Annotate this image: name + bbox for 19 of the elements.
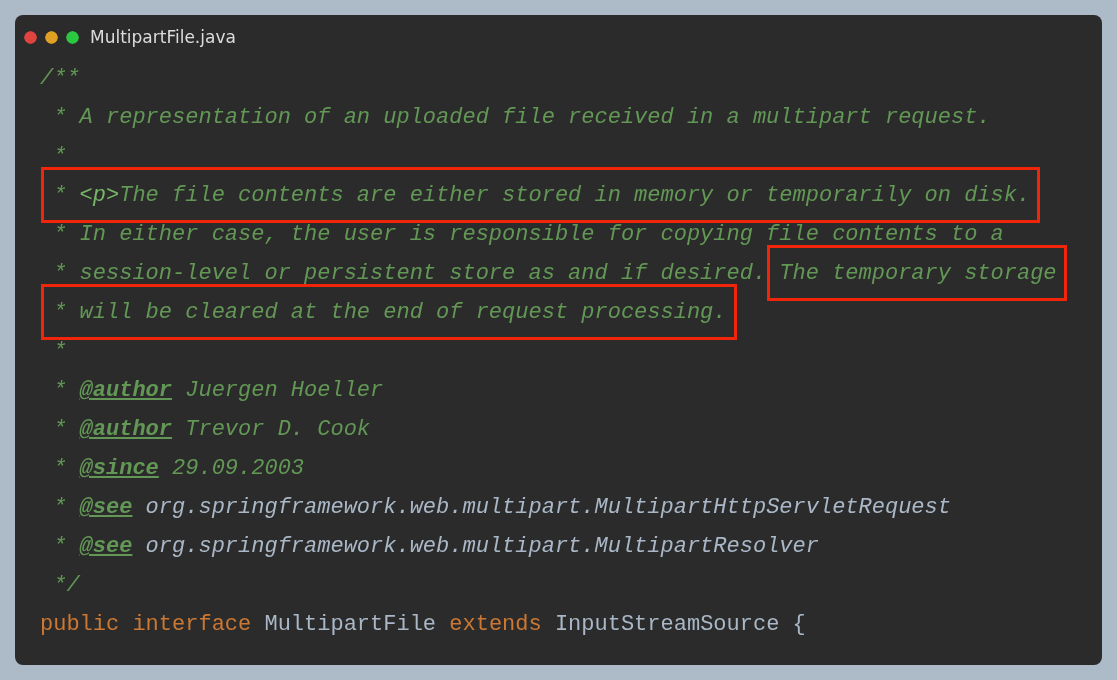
code-line: /**	[40, 65, 80, 93]
window-title: MultipartFile.java	[90, 27, 236, 47]
code-line: public interface MultipartFile extends InputStreamSource {	[40, 611, 806, 639]
code-line: * In either case, the user is responsible for copying file contents to a	[52, 221, 1004, 249]
code-line: * @author Juergen Hoeller	[52, 377, 384, 405]
code-line: * @see org.springframework.web.multipart.MultipartHttpServletRequest	[52, 494, 951, 522]
code-line: * <p>The file contents are either stored in memory or temporarily on disk.	[52, 182, 1031, 210]
close-icon[interactable]	[24, 30, 37, 44]
code-line: * @author Trevor D. Cook	[52, 416, 371, 444]
code-line: * session-level or persistent store as and if desired. The temporary storage	[52, 260, 1057, 288]
code-line: * @since 29.09.2003	[52, 455, 305, 483]
minimize-icon[interactable]	[45, 30, 58, 44]
code-line: *	[52, 338, 67, 366]
code-line: * will be cleared at the end of request processing.	[52, 299, 727, 327]
maximize-icon[interactable]	[66, 30, 79, 44]
code-line: * A representation of an uploaded file received in a multipart request.	[52, 104, 991, 132]
code-line: *	[52, 143, 67, 171]
code-line: */	[52, 572, 80, 600]
code-line: * @see org.springframework.web.multipart.MultipartResolver	[52, 533, 819, 561]
